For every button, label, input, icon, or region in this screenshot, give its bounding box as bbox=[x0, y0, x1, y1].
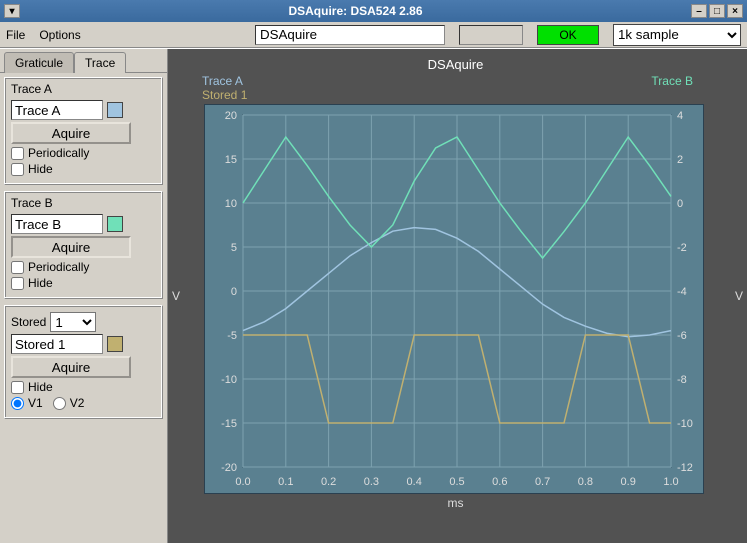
acquire-name-input[interactable] bbox=[255, 25, 445, 45]
chart-plot: 0.00.10.20.30.40.50.60.70.80.91.0-20-15-… bbox=[204, 104, 704, 494]
menubar: File Options OK 1k sample bbox=[0, 22, 747, 48]
trace-b-color-swatch[interactable] bbox=[107, 216, 123, 232]
x-axis-label: ms bbox=[176, 496, 735, 510]
trace-b-periodically-label: Periodically bbox=[28, 260, 89, 274]
svg-text:0.8: 0.8 bbox=[578, 476, 593, 488]
window-title: DSAquire: DSA524 2.86 bbox=[20, 4, 691, 18]
tab-trace[interactable]: Trace bbox=[74, 52, 126, 73]
svg-text:0.6: 0.6 bbox=[492, 476, 507, 488]
stored-color-swatch[interactable] bbox=[107, 336, 123, 352]
svg-text:-10: -10 bbox=[677, 418, 693, 430]
trace-b-acquire-button[interactable]: Aquire bbox=[11, 236, 131, 258]
svg-text:2: 2 bbox=[677, 154, 683, 166]
legend-stored-1: Stored 1 bbox=[202, 88, 247, 102]
minimize-button[interactable]: – bbox=[691, 4, 707, 18]
svg-text:-15: -15 bbox=[221, 418, 237, 430]
svg-text:-10: -10 bbox=[221, 374, 237, 386]
svg-text:-5: -5 bbox=[227, 330, 237, 342]
sysmenu-icon[interactable]: ▾ bbox=[4, 4, 20, 18]
chart-title: DSAquire bbox=[176, 57, 735, 72]
trace-b-periodically-checkbox[interactable] bbox=[11, 261, 24, 274]
menu-options[interactable]: Options bbox=[39, 28, 80, 42]
svg-text:0: 0 bbox=[677, 198, 683, 210]
stored-v1-radio[interactable] bbox=[11, 397, 24, 410]
svg-text:20: 20 bbox=[225, 110, 237, 122]
stored-hide-checkbox[interactable] bbox=[11, 381, 24, 394]
menu-file[interactable]: File bbox=[6, 28, 25, 42]
trace-a-hide-checkbox[interactable] bbox=[11, 163, 24, 176]
svg-text:5: 5 bbox=[231, 242, 237, 254]
trace-a-color-swatch[interactable] bbox=[107, 102, 123, 118]
stored-acquire-button[interactable]: Aquire bbox=[11, 356, 131, 378]
svg-text:-2: -2 bbox=[677, 242, 687, 254]
group-title-trace-a: Trace A bbox=[11, 82, 156, 96]
trace-a-acquire-button[interactable]: Aquire bbox=[11, 122, 131, 144]
tab-graticule[interactable]: Graticule bbox=[4, 52, 74, 73]
group-title-stored: Stored bbox=[11, 315, 46, 329]
trace-a-hide-label: Hide bbox=[28, 162, 53, 176]
stored-v2-radio[interactable] bbox=[53, 397, 66, 410]
status-ok: OK bbox=[537, 25, 599, 45]
svg-text:0.5: 0.5 bbox=[449, 476, 464, 488]
stored-index-select[interactable]: 1 bbox=[50, 312, 96, 332]
svg-text:10: 10 bbox=[225, 198, 237, 210]
svg-text:1.0: 1.0 bbox=[663, 476, 678, 488]
legend-trace-a: Trace A bbox=[202, 74, 247, 88]
window-titlebar: ▾ DSAquire: DSA524 2.86 – □ × bbox=[0, 0, 747, 22]
svg-text:-6: -6 bbox=[677, 330, 687, 342]
trace-a-periodically-label: Periodically bbox=[28, 146, 89, 160]
stored-v2-label: V2 bbox=[70, 396, 85, 410]
legend-trace-b: Trace B bbox=[651, 74, 693, 102]
svg-text:0.9: 0.9 bbox=[621, 476, 636, 488]
group-title-trace-b: Trace B bbox=[11, 196, 156, 210]
toolbar-spacer bbox=[459, 25, 523, 45]
svg-text:-8: -8 bbox=[677, 374, 687, 386]
sample-select[interactable]: 1k sample bbox=[613, 24, 741, 46]
svg-text:0.7: 0.7 bbox=[535, 476, 550, 488]
svg-text:0.2: 0.2 bbox=[321, 476, 336, 488]
svg-text:0.0: 0.0 bbox=[235, 476, 250, 488]
chart-panel: DSAquire Trace A Stored 1 Trace B V V 0.… bbox=[168, 49, 747, 543]
svg-text:0.1: 0.1 bbox=[278, 476, 293, 488]
svg-text:4: 4 bbox=[677, 110, 683, 122]
left-tabs: Graticule Trace bbox=[0, 49, 167, 72]
stored-v1-label: V1 bbox=[28, 396, 43, 410]
y-axis-right-label: V bbox=[735, 289, 743, 303]
maximize-button[interactable]: □ bbox=[709, 4, 725, 18]
stored-hide-label: Hide bbox=[28, 380, 53, 394]
group-stored: Stored 1 Aquire Hide V1 V2 bbox=[4, 305, 163, 419]
svg-text:0.3: 0.3 bbox=[364, 476, 379, 488]
trace-b-hide-label: Hide bbox=[28, 276, 53, 290]
svg-text:0.4: 0.4 bbox=[407, 476, 422, 488]
svg-text:-4: -4 bbox=[677, 286, 687, 298]
svg-text:-20: -20 bbox=[221, 462, 237, 474]
svg-text:0: 0 bbox=[231, 286, 237, 298]
group-trace-b: Trace B Aquire Periodically Hide bbox=[4, 191, 163, 299]
y-axis-left-label: V bbox=[172, 289, 180, 303]
svg-text:15: 15 bbox=[225, 154, 237, 166]
trace-b-hide-checkbox[interactable] bbox=[11, 277, 24, 290]
trace-a-periodically-checkbox[interactable] bbox=[11, 147, 24, 160]
svg-text:-12: -12 bbox=[677, 462, 693, 474]
group-trace-a: Trace A Aquire Periodically Hide bbox=[4, 77, 163, 185]
stored-name-input[interactable] bbox=[11, 334, 103, 354]
trace-b-name-input[interactable] bbox=[11, 214, 103, 234]
close-button[interactable]: × bbox=[727, 4, 743, 18]
trace-a-name-input[interactable] bbox=[11, 100, 103, 120]
